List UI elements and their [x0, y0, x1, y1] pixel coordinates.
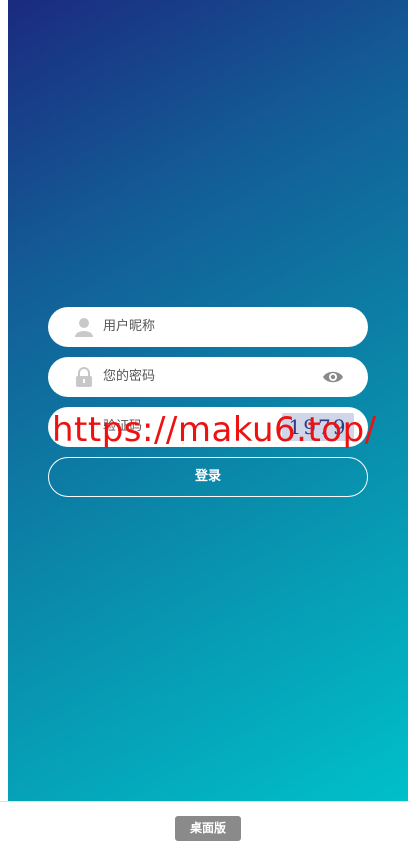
footer-bar: 桌面版	[0, 801, 410, 848]
login-screen: 用户昵称 您的密码 验证码 1979 登录	[8, 0, 408, 801]
password-field[interactable]: 您的密码	[48, 357, 368, 397]
password-placeholder: 您的密码	[103, 369, 156, 384]
user-icon	[75, 317, 93, 337]
desktop-version-button[interactable]: 桌面版	[175, 816, 241, 841]
lock-icon	[75, 367, 93, 387]
eye-icon[interactable]	[322, 368, 344, 386]
login-button[interactable]: 登录	[48, 457, 368, 497]
username-placeholder: 用户昵称	[103, 319, 156, 334]
username-field[interactable]: 用户昵称	[48, 307, 368, 347]
watermark-text: https://maku6.top/	[52, 410, 377, 450]
